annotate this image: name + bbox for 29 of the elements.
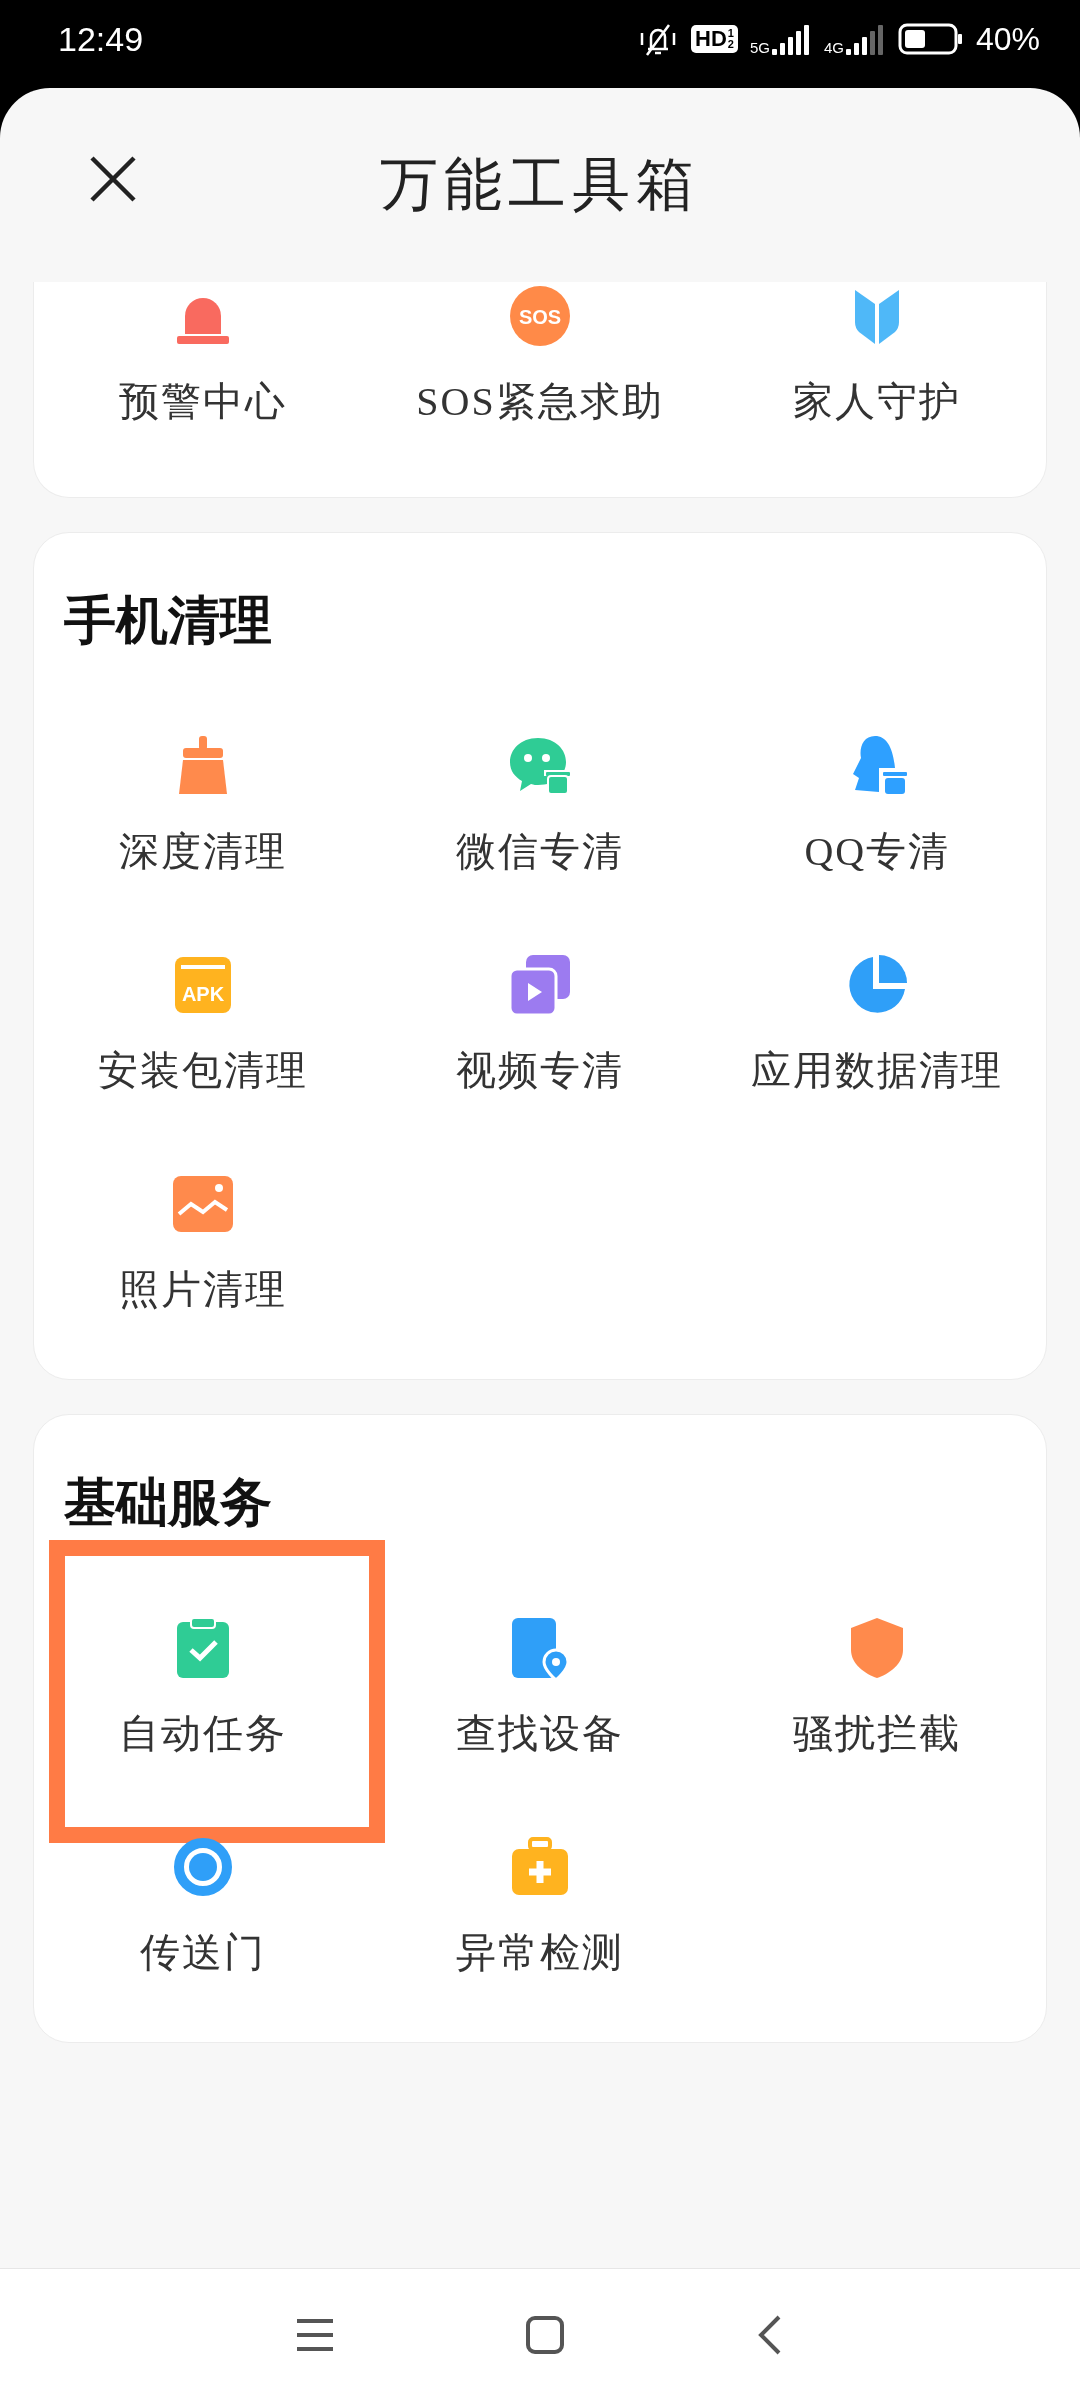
tool-item[interactable]: 自动任务 [118,1616,287,1757]
tool-item[interactable]: APK 安装包清理 [97,953,308,1094]
tool-item[interactable]: 查找设备 [456,1616,624,1757]
signal-icon [845,23,886,55]
tool-item[interactable]: 预警中心 [118,284,287,425]
status-time: 12:49 [58,19,145,59]
network-type: 5G [749,38,770,56]
section-title: 手机清理 [64,591,273,651]
video-icon [508,953,572,1017]
tool-item[interactable]: 骚扰拦截 [793,1616,962,1757]
home-button[interactable] [525,2314,565,2355]
menu-button[interactable] [295,2316,335,2353]
battery-icon [897,23,964,55]
tool-item[interactable]: 传送门 [139,1835,266,1976]
sos-icon: SOS [508,284,572,348]
tool-item[interactable]: QQ专清 [804,734,951,875]
tool-item[interactable]: 应用数据清理 [751,953,1004,1094]
tool-item[interactable]: 视频专清 [456,953,624,1094]
tool-item[interactable]: 照片清理 [118,1172,287,1313]
section-title: 基础服务 [64,1473,273,1533]
tool-item[interactable]: 深度清理 [118,734,287,875]
battery-percent: 40% [975,20,1040,58]
page-title: 万能工具箱 [380,151,700,219]
signal-icon [771,23,812,55]
network-type: 4G [823,38,844,56]
tool-item[interactable]: SOS SOS紧急求助 [416,284,664,425]
tool-item[interactable]: 家人守护 [793,284,962,425]
tool-item[interactable]: 异常检测 [456,1835,624,1976]
tool-item[interactable]: 微信专清 [456,734,624,875]
